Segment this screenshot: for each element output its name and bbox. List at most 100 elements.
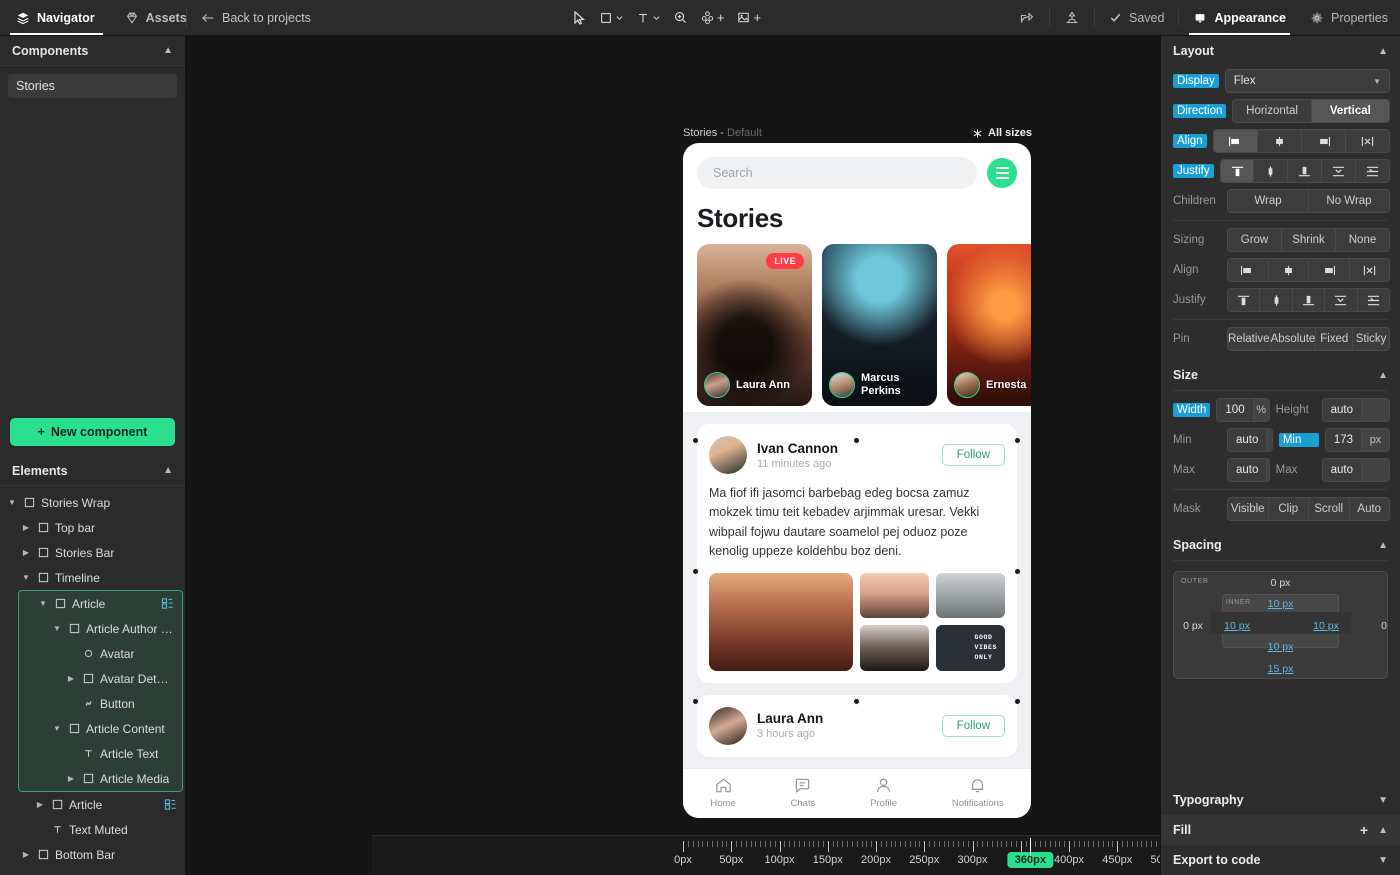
pin-segmented[interactable]: Relative Absolute Fixed Sticky xyxy=(1227,327,1390,351)
component-item-stories[interactable]: Stories xyxy=(8,74,177,98)
ruler-label[interactable]: 300px xyxy=(958,854,988,866)
chevron-up-icon[interactable]: ▲ xyxy=(1378,370,1388,381)
all-sizes-button[interactable]: All sizes xyxy=(972,127,1032,139)
story-card[interactable]: Ernesta xyxy=(947,244,1031,406)
chevron-down-icon[interactable]: ▼ xyxy=(1378,855,1388,866)
display-select[interactable]: Flex ▼ xyxy=(1224,69,1390,93)
justify-end-icon[interactable] xyxy=(1293,289,1326,311)
plus-icon[interactable]: + xyxy=(1360,823,1368,837)
new-component-button[interactable]: + New component xyxy=(10,418,175,446)
padding-top-value[interactable]: 10 px xyxy=(1268,598,1294,610)
justify-segmented[interactable] xyxy=(1219,159,1390,183)
twisty-icon[interactable]: ▶ xyxy=(20,523,32,532)
magnifier-icon[interactable] xyxy=(668,5,693,31)
ruler-label[interactable]: 450px xyxy=(1102,854,1132,866)
follow-button[interactable]: Follow xyxy=(941,714,1005,737)
tree-item-article[interactable]: ▼ Article xyxy=(19,591,182,616)
twisty-icon[interactable]: ▼ xyxy=(51,724,63,733)
width-unit[interactable]: % xyxy=(1252,399,1269,421)
ruler-label[interactable]: 200px xyxy=(861,854,891,866)
twisty-icon[interactable]: ▼ xyxy=(20,573,32,582)
padding-left-value[interactable]: 10 px xyxy=(1224,620,1250,632)
media-image-main[interactable] xyxy=(709,572,853,671)
export-section-header[interactable]: Export to code ▼ xyxy=(1161,845,1400,875)
elements-section-header[interactable]: Elements ▲ xyxy=(0,456,185,486)
margin-bottom-value[interactable]: 15 px xyxy=(1268,663,1294,675)
justify-around-icon[interactable] xyxy=(1356,160,1389,182)
mask-option-auto[interactable]: Auto xyxy=(1350,498,1390,520)
tab-navigator[interactable]: Navigator xyxy=(0,0,109,35)
media-tool[interactable]: + xyxy=(731,5,766,31)
typography-section-header[interactable]: Typography ▼ xyxy=(1161,785,1400,815)
pin-option-absolute[interactable]: Absolute xyxy=(1271,328,1317,350)
min-height-unit[interactable]: px xyxy=(1361,429,1389,451)
ruler[interactable]: 0px 50px 100px 150px 200px 250px 300px 360px 400… xyxy=(372,835,1160,875)
publish-icon[interactable] xyxy=(1052,0,1092,35)
tree-item-article-author-bar[interactable]: ▼ Article Author Bar xyxy=(19,616,182,641)
width-input[interactable]: 100 % xyxy=(1216,398,1270,422)
min-height-input[interactable]: 173 px xyxy=(1324,428,1390,452)
nav-item-profile[interactable]: Profile xyxy=(870,776,897,809)
tree-item-article[interactable]: ▶ Article xyxy=(0,792,185,817)
margin-left-value[interactable]: 0 px xyxy=(1183,620,1203,632)
justify-center-icon[interactable] xyxy=(1254,160,1289,182)
story-card[interactable]: LIVE Laura Ann xyxy=(697,244,812,406)
artboard-phone[interactable]: Search Stories LIVE Laura Ann Marcus Per… xyxy=(683,143,1031,818)
ruler-label[interactable]: 250px xyxy=(909,854,939,866)
back-to-projects-button[interactable]: Back to projects xyxy=(187,0,325,35)
ruler-label[interactable]: 500px xyxy=(1151,854,1160,866)
tab-properties[interactable]: Properties xyxy=(1298,0,1400,35)
story-card[interactable]: Marcus Perkins xyxy=(822,244,937,406)
children-option-wrap[interactable]: Wrap xyxy=(1228,190,1309,212)
sizing-option-grow[interactable]: Grow xyxy=(1228,229,1282,251)
max-height-unit[interactable] xyxy=(1361,459,1389,481)
tree-item-button[interactable]: Button xyxy=(19,691,182,716)
justify-start-icon[interactable] xyxy=(1220,160,1255,182)
margin-top-value[interactable]: 0 px xyxy=(1271,577,1291,589)
mask-segmented[interactable]: Visible Clip Scroll Auto xyxy=(1227,497,1390,521)
follow-button[interactable]: Follow xyxy=(941,444,1005,466)
twisty-icon[interactable]: ▼ xyxy=(37,599,49,608)
twisty-icon[interactable]: ▶ xyxy=(20,548,32,557)
chevron-up-icon[interactable]: ▲ xyxy=(1378,825,1388,836)
ruler-label[interactable]: 0px xyxy=(674,854,692,866)
ruler-label[interactable]: 50px xyxy=(719,854,743,866)
cursor-icon[interactable] xyxy=(566,5,592,31)
padding-bottom-value[interactable]: 10 px xyxy=(1268,641,1294,653)
frame-tool[interactable] xyxy=(594,5,629,31)
align-end-icon[interactable] xyxy=(1302,130,1346,152)
twisty-icon[interactable]: ▼ xyxy=(6,498,18,507)
nav-item-notifications[interactable]: Notifications xyxy=(952,776,1004,809)
tree-item-article-content[interactable]: ▼ Article Content xyxy=(19,716,182,741)
pin-option-sticky[interactable]: Sticky xyxy=(1353,328,1389,350)
chevron-up-icon[interactable]: ▲ xyxy=(163,45,173,56)
justify-end-icon[interactable] xyxy=(1288,160,1323,182)
align-center-icon[interactable] xyxy=(1258,130,1302,152)
justify-between-icon[interactable] xyxy=(1322,160,1357,182)
article[interactable]: Ivan Cannon 11 minutes ago Follow Ma fio… xyxy=(697,424,1017,683)
hamburger-icon[interactable] xyxy=(987,158,1017,188)
media-image[interactable] xyxy=(860,572,929,618)
padding-right-value[interactable]: 10 px xyxy=(1313,620,1339,632)
media-image[interactable] xyxy=(860,625,929,671)
justify-start-icon[interactable] xyxy=(1228,289,1261,311)
tree-item-article-media[interactable]: ▶ Article Media xyxy=(19,766,182,791)
direction-option-horizontal[interactable]: Horizontal xyxy=(1233,100,1312,122)
tree-item-article-text[interactable]: Article Text xyxy=(19,741,182,766)
tab-assets[interactable]: Assets xyxy=(109,0,201,35)
justify-between-icon[interactable] xyxy=(1325,289,1358,311)
align-self-segmented[interactable] xyxy=(1227,258,1390,282)
max-height-input[interactable]: auto xyxy=(1321,458,1390,482)
size-section-header[interactable]: Size ▲ xyxy=(1161,360,1400,390)
canvas[interactable]: Stories - Default All sizes Search Stori… xyxy=(186,36,1160,875)
chevron-down-icon[interactable]: ▼ xyxy=(1378,795,1388,806)
text-tool[interactable] xyxy=(631,5,666,31)
sizing-option-none[interactable]: None xyxy=(1336,229,1389,251)
tree-item-bottom-bar[interactable]: ▶ Bottom Bar xyxy=(0,842,185,867)
twisty-icon[interactable]: ▶ xyxy=(20,850,32,859)
justify-around-icon[interactable] xyxy=(1358,289,1389,311)
max-width-unit[interactable] xyxy=(1266,459,1269,481)
tree-item-top-bar[interactable]: ▶ Top bar xyxy=(0,515,185,540)
twisty-icon[interactable]: ▼ xyxy=(51,624,63,633)
align-segmented[interactable] xyxy=(1212,129,1390,153)
